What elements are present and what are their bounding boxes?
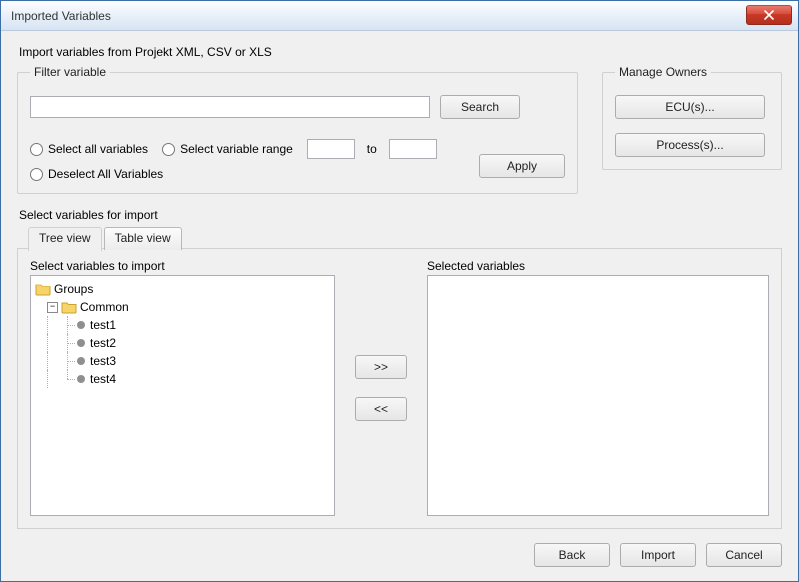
- radio-select-range-label: Select variable range: [180, 142, 293, 156]
- tree-leaf-row[interactable]: test3: [35, 352, 330, 370]
- radio-deselect-all-label: Deselect All Variables: [48, 167, 163, 181]
- back-button[interactable]: Back: [534, 543, 610, 567]
- range-from-input[interactable]: [307, 139, 355, 159]
- move-right-button[interactable]: >>: [355, 355, 407, 379]
- footer-buttons: Back Import Cancel: [17, 543, 782, 567]
- search-button[interactable]: Search: [440, 95, 520, 119]
- variable-icon: [77, 357, 85, 365]
- tree-group-label: Common: [80, 300, 129, 314]
- tree-root-row[interactable]: Groups: [35, 280, 330, 298]
- variable-icon: [77, 321, 85, 329]
- tabstrip: Tree view Table view: [28, 227, 184, 251]
- radio-select-range[interactable]: Select variable range: [162, 142, 293, 156]
- range-to-input[interactable]: [389, 139, 437, 159]
- left-column-header: Select variables to import: [30, 259, 335, 273]
- close-icon: [764, 10, 774, 20]
- filter-legend: Filter variable: [30, 65, 110, 79]
- left-column: Select variables to import: [30, 259, 335, 516]
- tabs-wrap: Tree view Table view Select variables to…: [17, 248, 782, 529]
- client-area: Import variables from Projekt XML, CSV o…: [1, 31, 798, 581]
- ecu-button[interactable]: ECU(s)...: [615, 95, 765, 119]
- filter-groupbox: Filter variable Search Select all variab…: [17, 65, 578, 194]
- titlebar: Imported Variables: [1, 1, 798, 31]
- tree-leaf-row[interactable]: test1: [35, 316, 330, 334]
- manage-owners-stack: ECU(s)... Process(s)...: [615, 95, 769, 157]
- transfer-buttons-column: >> <<: [351, 259, 411, 516]
- tab-tree-view[interactable]: Tree view: [28, 227, 102, 251]
- filter-search-row: Search: [30, 95, 565, 119]
- radio-deselect-all[interactable]: Deselect All Variables: [30, 167, 163, 181]
- tree-leaf-label: test4: [90, 372, 116, 386]
- radio-select-all[interactable]: Select all variables: [30, 142, 148, 156]
- tree-leaf-label: test3: [90, 354, 116, 368]
- available-tree-panel[interactable]: Groups −: [30, 275, 335, 516]
- select-section-label: Select variables for import: [19, 208, 782, 222]
- folder-icon: [35, 282, 51, 296]
- tree-leaf-label: test2: [90, 336, 116, 350]
- process-button[interactable]: Process(s)...: [615, 133, 765, 157]
- minus-icon: −: [50, 302, 55, 311]
- radio-select-all-label: Select all variables: [48, 142, 148, 156]
- filter-search-input[interactable]: [30, 96, 430, 118]
- tree-leaf-row[interactable]: test2: [35, 334, 330, 352]
- move-left-button[interactable]: <<: [355, 397, 407, 421]
- tree-leaf-row[interactable]: test4: [35, 370, 330, 388]
- tabs-panel: Tree view Table view Select variables to…: [17, 248, 782, 529]
- tree-group-row[interactable]: − Common: [35, 298, 330, 316]
- radio-deselect-all-input[interactable]: [30, 168, 43, 181]
- filter-radio-row2: Deselect All Variables: [30, 167, 459, 181]
- manage-owners-legend: Manage Owners: [615, 65, 711, 79]
- filter-apply-wrap: Apply: [479, 154, 565, 178]
- transfer-layout: Select variables to import: [30, 259, 769, 516]
- close-button[interactable]: [746, 5, 792, 25]
- import-button[interactable]: Import: [620, 543, 696, 567]
- right-column: Selected variables: [427, 259, 769, 516]
- intro-label: Import variables from Projekt XML, CSV o…: [19, 45, 782, 59]
- radio-select-range-input[interactable]: [162, 143, 175, 156]
- tree-leaf-label: test1: [90, 318, 116, 332]
- filter-radio-row: Select all variables Select variable ran…: [30, 139, 459, 159]
- window-title: Imported Variables: [11, 9, 746, 23]
- tab-table-view[interactable]: Table view: [104, 227, 182, 250]
- manage-owners-groupbox: Manage Owners ECU(s)... Process(s)...: [602, 65, 782, 170]
- right-column-header: Selected variables: [427, 259, 769, 273]
- variable-icon: [77, 339, 85, 347]
- tree: Groups −: [31, 276, 334, 392]
- tree-root-label: Groups: [54, 282, 93, 296]
- radio-select-all-input[interactable]: [30, 143, 43, 156]
- top-row: Filter variable Search Select all variab…: [17, 65, 782, 194]
- range-separator: to: [367, 142, 377, 156]
- variable-icon: [77, 375, 85, 383]
- folder-icon: [61, 300, 77, 314]
- selected-list-panel[interactable]: [427, 275, 769, 516]
- dialog-window: Imported Variables Import variables from…: [0, 0, 799, 582]
- tree-collapse-toggle[interactable]: −: [47, 302, 58, 313]
- apply-button[interactable]: Apply: [479, 154, 565, 178]
- cancel-button[interactable]: Cancel: [706, 543, 782, 567]
